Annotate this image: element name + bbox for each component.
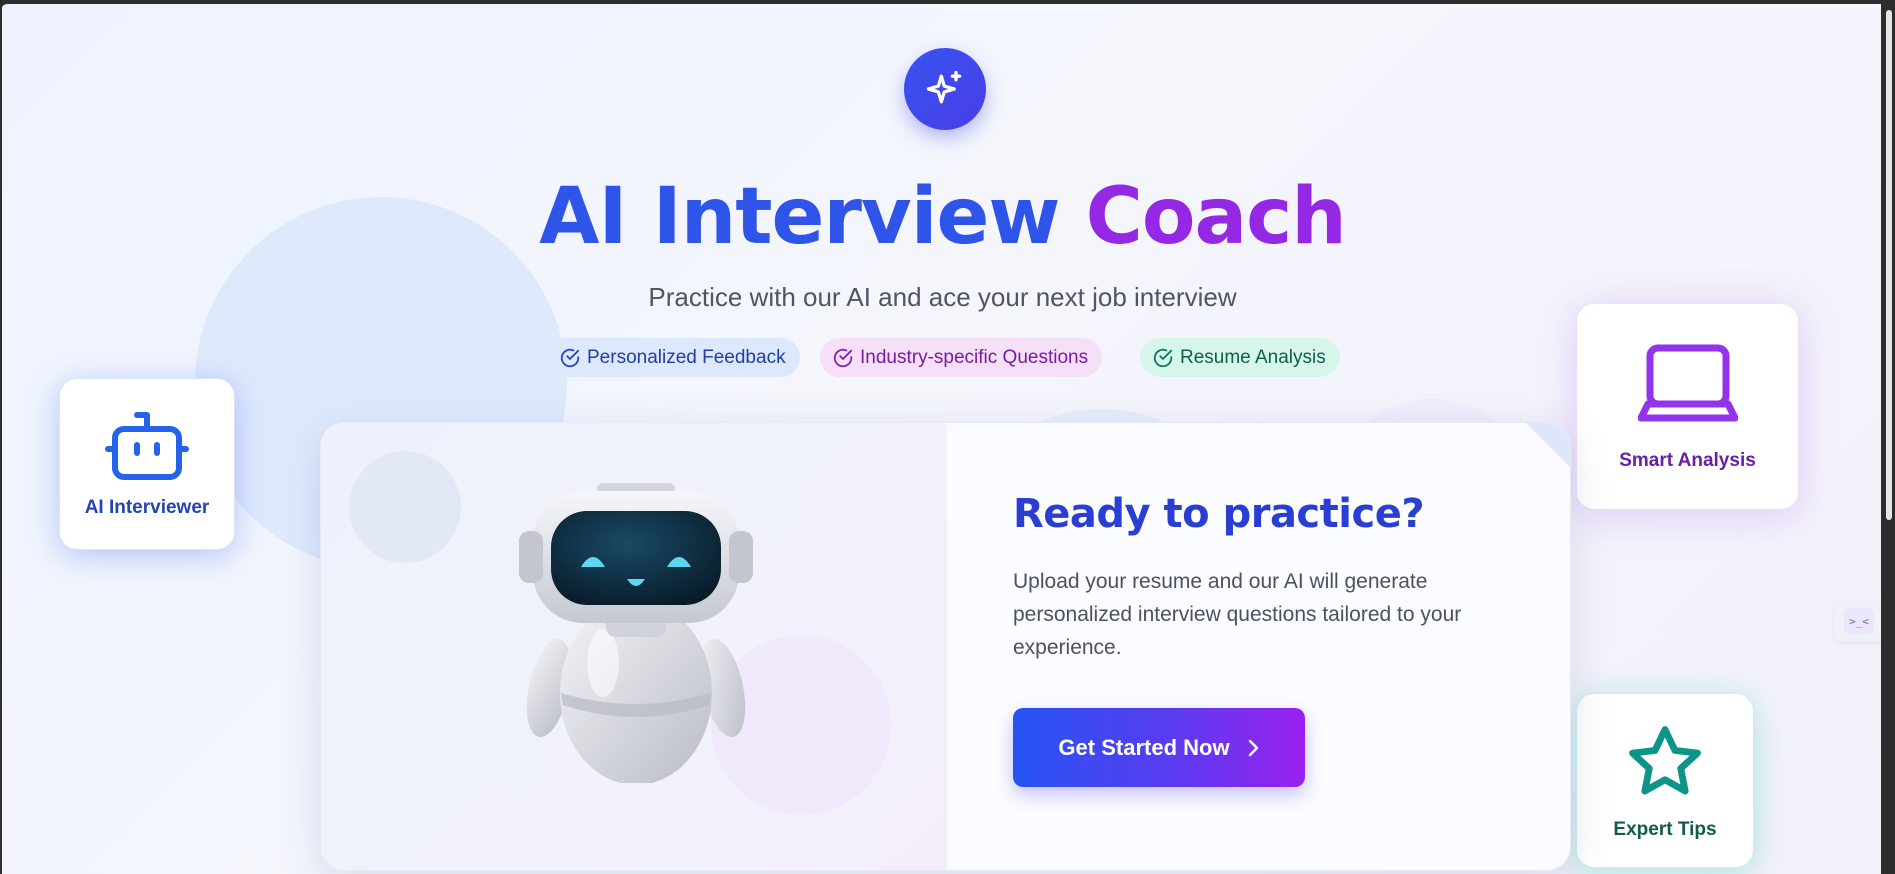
get-started-label: Get Started Now xyxy=(1058,734,1230,760)
feature-badge-personalized-feedback: Personalized Feedback xyxy=(547,338,800,377)
check-circle-icon xyxy=(560,348,580,367)
feature-badge-label: Personalized Feedback xyxy=(587,346,786,368)
widget-icon: >_< xyxy=(1844,608,1874,634)
decorative-circle xyxy=(349,451,461,563)
sparkles-icon xyxy=(904,48,986,130)
check-circle-icon xyxy=(833,348,853,367)
feature-card-label: Expert Tips xyxy=(1613,818,1717,840)
practice-description: Upload your resume and our AI will gener… xyxy=(1013,570,1462,659)
get-started-button[interactable]: Get Started Now xyxy=(1013,708,1305,787)
scrollbar[interactable] xyxy=(1881,0,1895,874)
title-primary: AI Interview xyxy=(539,172,1060,262)
feature-badge-industry-questions: Industry-specific Questions xyxy=(820,338,1103,377)
robot-illustration xyxy=(519,483,753,783)
laptop-icon xyxy=(1637,344,1738,421)
feature-card-expert-tips: Expert Tips xyxy=(1576,693,1754,868)
scrollbar-thumb[interactable] xyxy=(1886,10,1892,520)
app-window: AI Interview Coach Practice with our AI … xyxy=(0,0,1895,874)
feature-card-smart-analysis: Smart Analysis xyxy=(1576,303,1799,510)
feature-badge-label: Industry-specific Questions xyxy=(860,346,1089,368)
practice-card: Ready to practice? Upload your resume an… xyxy=(320,422,1571,871)
chevron-right-icon xyxy=(1248,739,1258,756)
feature-badge-label: Resume Analysis xyxy=(1180,346,1326,368)
decorative-corner xyxy=(1526,423,1570,469)
practice-heading: Ready to practice? xyxy=(1013,491,1425,537)
page-title: AI Interview Coach xyxy=(2,169,1883,265)
feature-card-label: AI Interviewer xyxy=(84,497,210,518)
title-accent: Coach xyxy=(1085,172,1347,262)
cta-panel: Ready to practice? Upload your resume an… xyxy=(947,423,1570,870)
feature-card-label: Smart Analysis xyxy=(1619,449,1756,471)
star-icon xyxy=(1629,725,1701,794)
floating-widget-button[interactable]: >_< xyxy=(1834,600,1884,642)
check-circle-icon xyxy=(1153,348,1173,367)
illustration-panel xyxy=(321,423,947,870)
feature-badge-resume-analysis: Resume Analysis xyxy=(1140,338,1340,377)
feature-card-ai-interviewer: AI Interviewer xyxy=(59,378,235,550)
robot-icon xyxy=(105,412,189,480)
